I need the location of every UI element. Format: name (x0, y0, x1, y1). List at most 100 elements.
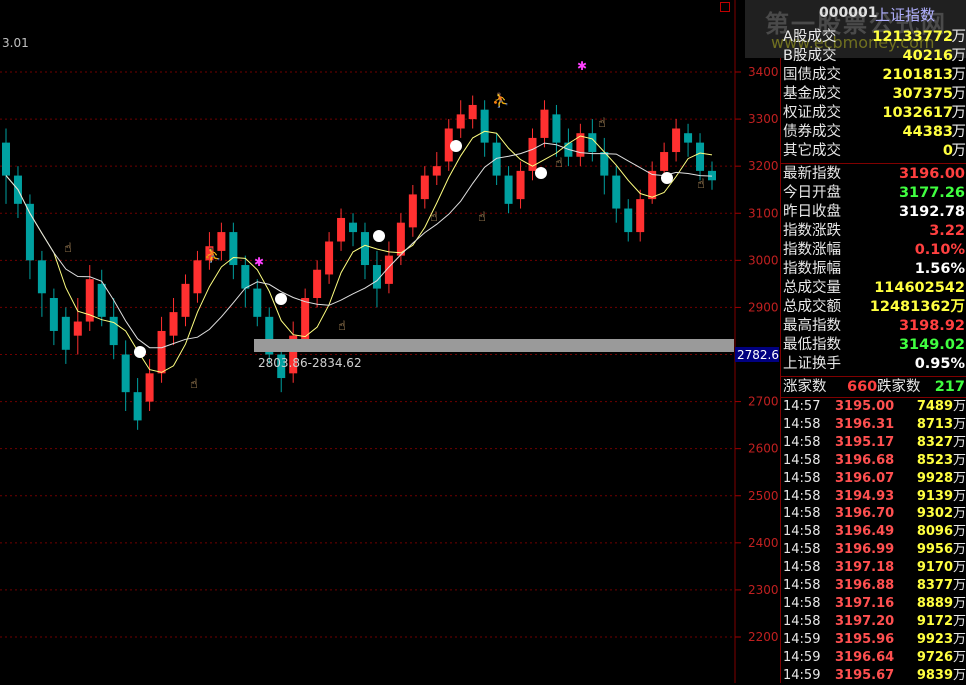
stat-value: 114602542 (874, 279, 965, 298)
tick-price: 3195.67 (835, 667, 894, 685)
y-tick-label: 2300 (748, 583, 779, 597)
down-count-label: 跌家数 (877, 378, 921, 397)
candle-body (38, 260, 46, 293)
volume-value: 44383 (903, 123, 953, 142)
tick-unit: 万 (953, 416, 966, 434)
tick-unit: 万 (953, 505, 966, 523)
tick-row: 14:583196.888377万 (781, 577, 966, 595)
tick-volume: 9923 (917, 631, 953, 649)
tick-unit: 万 (953, 470, 966, 488)
tick-unit: 万 (953, 434, 966, 452)
tick-volume: 9956 (917, 541, 953, 559)
candle-body (74, 322, 82, 336)
range-highlight-band (254, 339, 734, 352)
candle-body (313, 270, 321, 298)
candle-body (469, 105, 477, 119)
tick-row: 14:58 3196.31 8713万 (781, 416, 966, 434)
candle-body (672, 129, 680, 153)
candle-body (457, 114, 465, 128)
index-stat-row: 指数振幅1.56% (781, 260, 966, 279)
candle-body (122, 355, 130, 393)
chart-grid (0, 72, 735, 637)
tick-row: 14:583196.709302万 (781, 505, 966, 523)
tick-unit: 万 (953, 577, 966, 595)
hand-icon: ☝ (598, 116, 606, 131)
candle-body (433, 166, 441, 175)
candle-body (98, 284, 106, 317)
buy-marker-icon (275, 293, 287, 305)
stat-value: 3177.26 (899, 184, 965, 203)
tick-row: 14:573195.007489万 (781, 398, 966, 416)
y-tick-label: 3200 (748, 159, 779, 173)
candle-series (2, 96, 716, 430)
candle-body (193, 260, 201, 293)
tick-time: 14:58 (783, 488, 820, 506)
candle-body (50, 298, 58, 331)
candlestick-chart[interactable]: 2803.86-2834.62 3.01 3400330032003100300… (0, 0, 780, 683)
stat-value: 3149.02 (899, 336, 965, 355)
volume-unit: 万 (952, 85, 966, 104)
tick-price: 3196.07 (835, 470, 894, 488)
tick-row: 14:583196.688523万 (781, 452, 966, 470)
y-tick-label: 3300 (748, 112, 779, 126)
candle-body (241, 265, 249, 289)
tick-volume: 8327 (917, 434, 953, 452)
tick-price: 3196.31 (835, 416, 894, 434)
tick-time: 14:58 (783, 505, 820, 523)
tick-row: 14:583196.498096万 (781, 523, 966, 541)
hand-icon: ☝ (64, 241, 72, 256)
current-price-tag: 2782.6 (737, 348, 779, 362)
volume-value: 2101813 (882, 66, 953, 85)
tick-unit: 万 (953, 631, 966, 649)
tick-unit: 万 (953, 559, 966, 577)
candle-body (146, 373, 154, 401)
window-restore-icon[interactable] (720, 2, 730, 12)
tick-time: 14:58 (783, 416, 820, 434)
volume-value: 307375 (892, 85, 953, 104)
candle-body (505, 176, 513, 204)
candle-body (2, 143, 10, 176)
candle-body (62, 317, 70, 350)
candle-body (349, 223, 357, 232)
y-tick-label: 2600 (748, 442, 779, 456)
index-stat-row: 最新指数3196.00 (781, 165, 966, 184)
candle-body (134, 392, 142, 420)
hand-icon: ☝ (478, 210, 486, 225)
tick-price: 3196.70 (835, 505, 894, 523)
volume-row: A股成交12133772万 (781, 28, 966, 47)
candle-body (158, 331, 166, 373)
volume-value: 1032617 (882, 104, 953, 123)
tick-time: 14:59 (783, 667, 820, 685)
tick-volume: 9170 (917, 559, 953, 577)
tick-time: 14:58 (783, 523, 820, 541)
tick-volume: 8713 (917, 416, 953, 434)
divider (781, 163, 966, 164)
tick-price: 3195.00 (835, 398, 894, 416)
tick-time: 14:58 (783, 559, 820, 577)
tick-unit: 万 (953, 488, 966, 506)
tick-row: 14:583197.209172万 (781, 613, 966, 631)
buy-marker-icon (661, 172, 673, 184)
volume-label: 其它成交 (783, 142, 841, 161)
stat-value: 1.56% (915, 260, 965, 279)
volume-unit: 万 (952, 123, 966, 142)
volume-label: B股成交 (783, 47, 836, 66)
up-count-value: 660 (847, 378, 877, 397)
index-stat-row: 总成交量114602542 (781, 279, 966, 298)
tick-unit: 万 (953, 398, 966, 416)
hand-icon: ☝ (190, 377, 198, 392)
tick-volume: 9839 (917, 667, 953, 685)
tick-volume: 9928 (917, 470, 953, 488)
tick-volume: 8096 (917, 523, 953, 541)
tick-unit: 万 (953, 613, 966, 631)
y-tick-label: 3100 (748, 206, 779, 220)
stat-value: 0.95% (915, 355, 965, 374)
volume-label: 国债成交 (783, 66, 841, 85)
tick-volume: 9172 (917, 613, 953, 631)
candle-body (636, 199, 644, 232)
star-marker-icon: ✱ (577, 59, 587, 73)
candle-body (540, 110, 548, 138)
tick-unit: 万 (953, 667, 966, 685)
index-stat-row: 总成交额12481362万 (781, 298, 966, 317)
candle-body (181, 284, 189, 317)
